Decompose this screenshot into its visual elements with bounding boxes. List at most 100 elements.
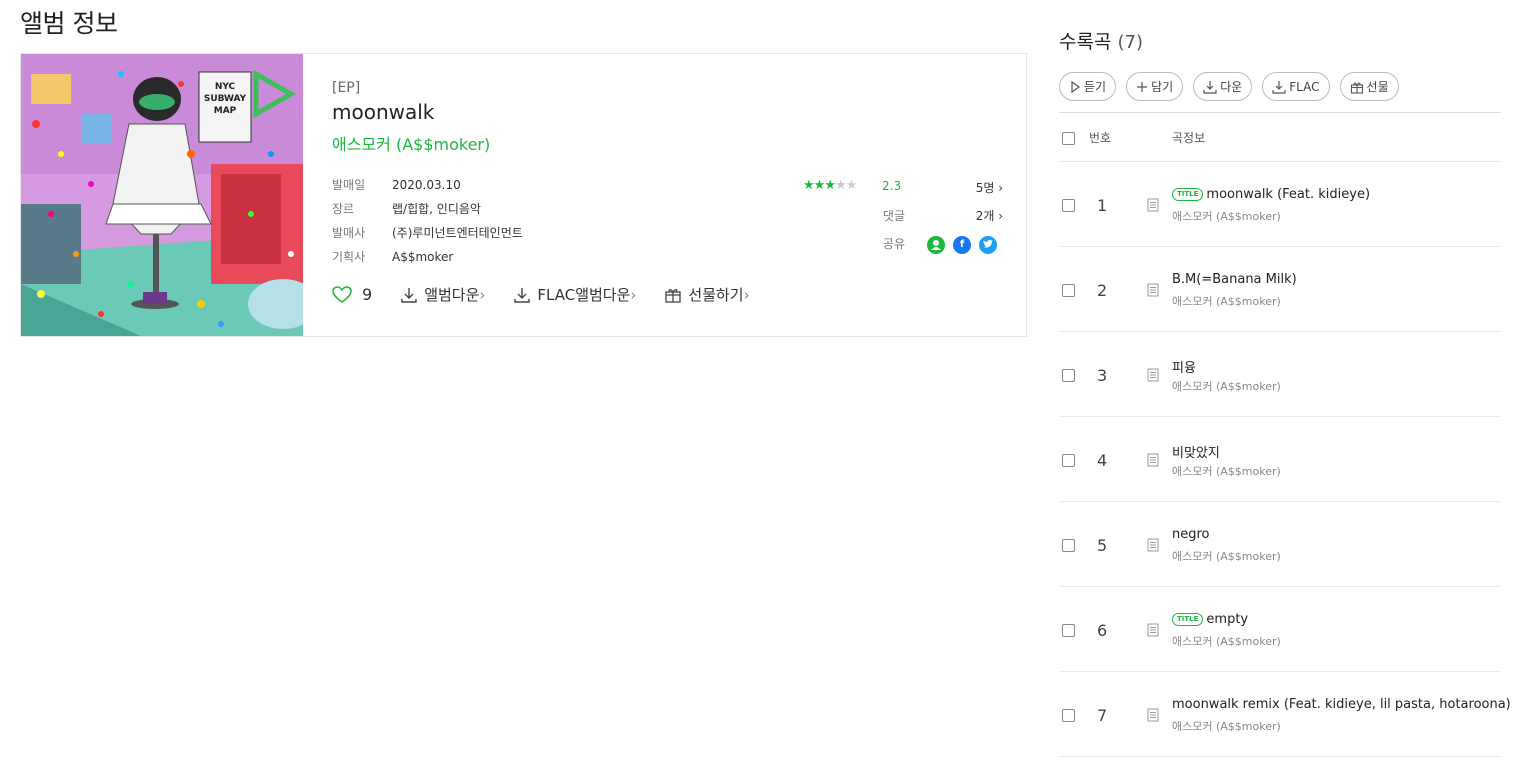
like-button[interactable]: 9 bbox=[332, 285, 372, 304]
meta-value: A$$moker bbox=[392, 250, 454, 264]
album-title: moonwalk bbox=[332, 100, 435, 124]
melon-friend-icon[interactable] bbox=[927, 236, 945, 254]
track-row: 1 TITLE moonwalk (Feat. kidieye) 애스모커 (A$$m… bbox=[1059, 162, 1501, 247]
page-title: 앨범 정보 bbox=[20, 9, 118, 38]
flac-button[interactable]: FLAC bbox=[1262, 72, 1330, 101]
album-actions: 9 앨범다운 › FLAC앨범다운 › 선물하기 › bbox=[332, 284, 778, 305]
tracklist-header: 번호 곡정보 bbox=[1059, 112, 1501, 162]
comments-count-link[interactable]: 2개 › bbox=[976, 207, 1003, 224]
album-cover-image[interactable]: NYC SUBWAY MAP bbox=[21, 54, 303, 336]
track-title-link[interactable]: 피융 bbox=[1172, 357, 1196, 376]
cover-art-text: NYC bbox=[215, 82, 236, 92]
track-title-link[interactable]: TITLE empty bbox=[1172, 612, 1248, 627]
select-all-checkbox[interactable] bbox=[1062, 132, 1075, 145]
album-artist-link[interactable]: 애스모커 (A$$moker) bbox=[332, 131, 1012, 155]
track-row: 3 피융애스모커 (A$$moker) bbox=[1059, 332, 1501, 417]
meta-label: 기획사 bbox=[332, 250, 366, 264]
album-stats: ★★★★★ 2.3 5명 › 댓글 2개 › 공유 f bbox=[803, 176, 1003, 262]
track-checkbox[interactable] bbox=[1062, 624, 1075, 637]
meta-value: (주)루미넌트엔터테인먼트 bbox=[392, 226, 523, 240]
title-badge: TITLE bbox=[1172, 613, 1204, 626]
rating-count-link[interactable]: 5명 › bbox=[976, 179, 1003, 196]
download-button[interactable]: 다운 bbox=[1193, 72, 1253, 101]
add-to-playlist-button[interactable]: 담기 bbox=[1126, 72, 1184, 101]
track-checkbox[interactable] bbox=[1062, 709, 1075, 722]
download-icon bbox=[1272, 80, 1286, 94]
column-info: 곡정보 bbox=[1172, 131, 1206, 145]
track-row: 4 비맞았지애스모커 (A$$moker) bbox=[1059, 417, 1501, 502]
album-type: [EP] bbox=[332, 80, 361, 96]
album-card: NYC SUBWAY MAP [EP] moonwalk 애스모커 (A$$mo… bbox=[20, 53, 1027, 337]
track-row: 2 B.M(=Banana Milk) 애스모커 (A$$moker) bbox=[1059, 247, 1501, 332]
album-info: [EP] moonwalk 애스모커 (A$$moker) 발매일 2020.0… bbox=[332, 80, 1012, 304]
track-checkbox[interactable] bbox=[1062, 539, 1075, 552]
meta-label: 장르 bbox=[332, 202, 355, 216]
track-artist-link[interactable]: 애스모커 (A$$moker) bbox=[1172, 463, 1281, 479]
track-number: 4 bbox=[1097, 451, 1108, 470]
download-icon bbox=[514, 287, 531, 303]
rating-row: ★★★★★ 2.3 5명 › bbox=[803, 176, 1003, 204]
track-artist-link[interactable]: 애스모커 (A$$moker) bbox=[1172, 548, 1281, 564]
play-icon bbox=[1071, 80, 1081, 93]
track-checkbox[interactable] bbox=[1062, 284, 1075, 297]
listen-button[interactable]: 듣기 bbox=[1059, 72, 1117, 101]
comments-row: 댓글 2개 › bbox=[803, 204, 1003, 232]
track-list: 1 TITLE moonwalk (Feat. kidieye) 애스모커 (A$$m… bbox=[1059, 162, 1511, 757]
column-number: 번호 bbox=[1089, 131, 1112, 145]
facebook-icon[interactable]: f bbox=[953, 236, 971, 254]
track-title-link[interactable]: 비맞았지 bbox=[1172, 442, 1220, 461]
album-meta-list: 발매일 2020.03.10 장르 랩/힙합, 인디음악 발매사 (주)루미넌트… bbox=[332, 177, 523, 273]
song-info-icon[interactable] bbox=[1147, 197, 1159, 216]
gift-icon bbox=[665, 288, 682, 303]
gift-icon bbox=[1350, 82, 1363, 94]
tracklist-toolbar: 듣기 담기 다운 FLAC 선물 bbox=[1059, 72, 1399, 101]
track-number: 5 bbox=[1097, 536, 1108, 555]
track-artist-link[interactable]: 애스모커 (A$$moker) bbox=[1172, 293, 1281, 309]
track-artist-link[interactable]: 애스모커 (A$$moker) bbox=[1172, 718, 1281, 734]
gift-button[interactable]: 선물하기 › bbox=[664, 284, 750, 305]
share-row: 공유 f bbox=[803, 232, 1003, 262]
meta-value: 랩/힙합, 인디음악 bbox=[392, 202, 481, 216]
twitter-icon[interactable] bbox=[979, 236, 997, 254]
meta-value: 2020.03.10 bbox=[392, 178, 461, 192]
svg-text:MAP: MAP bbox=[214, 106, 237, 116]
plus-icon bbox=[1137, 81, 1148, 92]
song-info-icon[interactable] bbox=[1147, 282, 1159, 301]
track-checkbox[interactable] bbox=[1062, 369, 1075, 382]
song-info-icon[interactable] bbox=[1147, 367, 1159, 386]
track-title-link[interactable]: moonwalk remix (Feat. kidieye, lil pasta… bbox=[1172, 697, 1511, 712]
rating-score: 2.3 bbox=[882, 179, 902, 193]
song-info-icon[interactable] bbox=[1147, 537, 1159, 556]
track-number: 1 bbox=[1097, 196, 1108, 215]
download-icon bbox=[401, 287, 417, 303]
tracklist-heading: 수록곡 (7) bbox=[1059, 31, 1143, 53]
track-number: 2 bbox=[1097, 281, 1108, 300]
track-checkbox[interactable] bbox=[1062, 199, 1075, 212]
song-info-icon[interactable] bbox=[1147, 707, 1159, 726]
title-badge: TITLE bbox=[1172, 188, 1204, 201]
meta-release-date: 발매일 2020.03.10 bbox=[332, 177, 523, 201]
song-info-icon[interactable] bbox=[1147, 452, 1159, 471]
svg-text:SUBWAY: SUBWAY bbox=[204, 94, 247, 104]
meta-label: 발매일 bbox=[332, 178, 366, 192]
track-artist-link[interactable]: 애스모커 (A$$moker) bbox=[1172, 633, 1281, 649]
track-checkbox[interactable] bbox=[1062, 454, 1075, 467]
download-icon bbox=[1203, 80, 1217, 94]
track-number: 7 bbox=[1097, 706, 1108, 725]
track-artist-link[interactable]: 애스모커 (A$$moker) bbox=[1172, 208, 1281, 224]
track-number: 3 bbox=[1097, 366, 1108, 385]
track-artist-link[interactable]: 애스모커 (A$$moker) bbox=[1172, 378, 1281, 394]
flac-download-button[interactable]: FLAC앨범다운 › bbox=[513, 284, 636, 305]
album-download-button[interactable]: 앨범다운 › bbox=[400, 284, 485, 305]
track-title-link[interactable]: negro bbox=[1172, 527, 1210, 542]
comments-label: 댓글 bbox=[882, 209, 905, 223]
heart-icon bbox=[332, 285, 352, 303]
track-title-link[interactable]: B.M(=Banana Milk) bbox=[1172, 272, 1297, 287]
meta-label: 발매사 bbox=[332, 226, 366, 240]
track-title-link[interactable]: TITLE moonwalk (Feat. kidieye) bbox=[1172, 187, 1370, 202]
rating-stars: ★★★★★ bbox=[803, 178, 857, 193]
gift-tracks-button[interactable]: 선물 bbox=[1339, 72, 1399, 101]
song-info-icon[interactable] bbox=[1147, 622, 1159, 641]
meta-publisher: 발매사 (주)루미넌트엔터테인먼트 bbox=[332, 225, 523, 249]
meta-genre: 장르 랩/힙합, 인디음악 bbox=[332, 201, 523, 225]
